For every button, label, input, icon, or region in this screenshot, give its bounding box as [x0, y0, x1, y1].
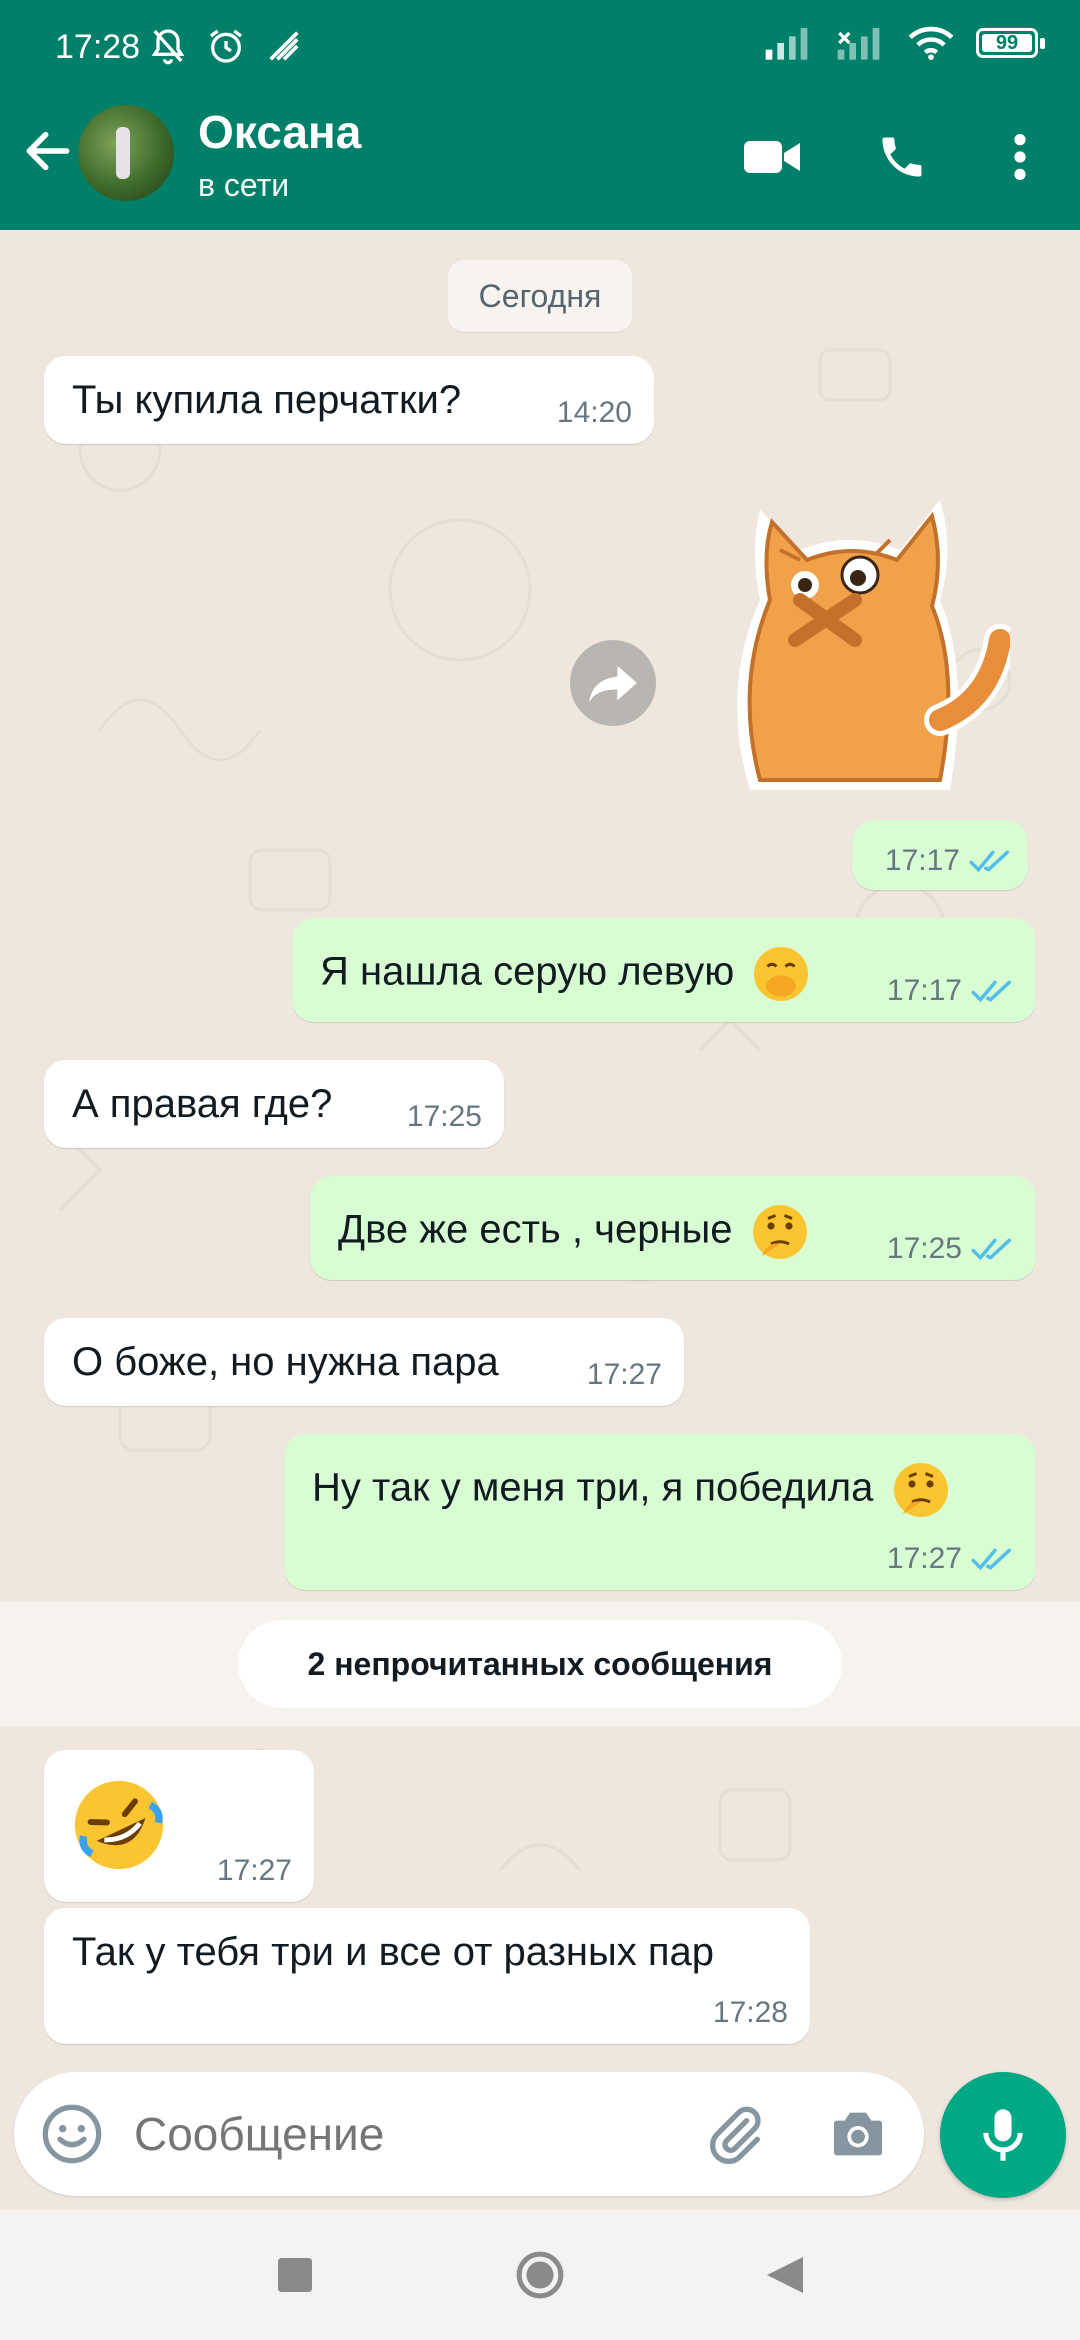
more-vert-icon [1014, 134, 1026, 180]
message-incoming[interactable]: А правая где? 17:25 [44, 1060, 504, 1148]
message-incoming[interactable]: Так у тебя три и все от разных пар 17:28 [44, 1908, 810, 2044]
attach-icon[interactable] [704, 2102, 768, 2166]
system-nav-bar [0, 2210, 1080, 2340]
message-text: О боже, но нужна пара [72, 1340, 499, 1384]
rolling-on-floor-laughing-emoji [74, 1780, 164, 1870]
battery-icon: 99 [976, 28, 1045, 58]
top-bar: 17:28 99 Оксана в сети [0, 0, 1080, 230]
chat-area[interactable]: Сегодня Ты купила перчатки? 14:20 17:17 … [0, 230, 1080, 2065]
unread-divider: 2 непрочитанных сообщения [238, 1620, 842, 1708]
message-incoming-emoji[interactable]: 17:27 [44, 1750, 314, 1902]
message-text: Две же есть , черные [338, 1202, 810, 1262]
more-options-button[interactable] [988, 125, 1052, 189]
status-icons-right: 99 [764, 26, 1045, 60]
emoji-icon[interactable] [40, 2102, 104, 2166]
message-composer [14, 2072, 924, 2196]
message-text: Ты купила перчатки? [72, 378, 462, 422]
contact-name[interactable]: Оксана [198, 105, 361, 159]
message-input[interactable] [134, 2102, 694, 2166]
contact-status: в сети [198, 167, 290, 203]
message-time: 17:27 [586, 1358, 662, 1391]
message-text: Ну так у меня три, я победила [312, 1460, 951, 1520]
message-incoming[interactable]: Ты купила перчатки? 14:20 [44, 356, 654, 444]
message-text: А правая где? [72, 1082, 333, 1126]
message-time: 17:28 [712, 1996, 788, 2029]
date-divider: Сегодня [448, 260, 632, 332]
message-text: Так у тебя три и все от разных пар [72, 1930, 715, 1974]
status-icons-left [148, 26, 304, 66]
signal-off-icon [837, 28, 880, 60]
read-ticks-icon [971, 980, 1012, 1003]
message-time: 17:17 [885, 844, 1012, 878]
chat-header: Оксана в сети [0, 95, 1080, 230]
message-incoming[interactable]: О боже, но нужна пара 17:27 [44, 1318, 684, 1406]
mic-icon [983, 2109, 1023, 2161]
voice-record-button[interactable] [940, 2072, 1066, 2198]
message-time: 14:20 [556, 396, 632, 429]
message-outgoing-sticker-time[interactable]: 17:17 [852, 820, 1028, 890]
message-outgoing[interactable]: Ну так у меня три, я победила 17:27 [284, 1434, 1036, 1590]
camera-icon[interactable] [826, 2102, 890, 2166]
message-outgoing[interactable]: Две же есть , черные 17:25 [310, 1176, 1036, 1280]
face-with-hand-over-mouth-emoji [754, 947, 809, 1001]
signal-icon [765, 28, 808, 60]
back-button[interactable] [760, 2250, 810, 2300]
orange-cat-sticker[interactable] [710, 490, 1010, 810]
wifi-icon [908, 26, 954, 60]
video-call-icon [744, 141, 800, 173]
message-time: 17:17 [887, 974, 1014, 1008]
forward-button[interactable] [570, 640, 656, 726]
thinking-face-emoji [752, 1205, 807, 1259]
message-time: 17:27 [216, 1854, 292, 1887]
read-ticks-icon [971, 1238, 1012, 1261]
recents-square-icon [278, 2258, 312, 2292]
message-time: 17:25 [887, 1232, 1014, 1266]
app-notification-icon [269, 31, 299, 61]
forward-icon [589, 665, 637, 703]
message-text: Я нашла серую левую [320, 944, 811, 1004]
status-bar: 17:28 99 [0, 0, 1080, 95]
thinking-face-emoji [893, 1463, 948, 1517]
back-arrow-icon[interactable] [20, 123, 76, 179]
home-button[interactable] [515, 2250, 565, 2300]
message-outgoing[interactable]: Я нашла серую левую 17:17 [292, 918, 1036, 1022]
back-triangle-icon [767, 2257, 803, 2293]
message-time: 17:27 [887, 1542, 1014, 1576]
phone-icon [882, 137, 922, 177]
recents-button[interactable] [270, 2250, 320, 2300]
status-time: 17:28 [55, 28, 141, 66]
home-circle-icon [516, 2251, 564, 2299]
video-call-button[interactable] [740, 125, 804, 189]
voice-call-button[interactable] [870, 125, 934, 189]
read-ticks-icon [969, 850, 1010, 873]
message-time: 17:25 [406, 1100, 482, 1133]
mute-bell-icon [151, 29, 185, 65]
avatar[interactable] [78, 105, 174, 201]
read-ticks-icon [971, 1548, 1012, 1571]
alarm-icon [210, 29, 242, 63]
